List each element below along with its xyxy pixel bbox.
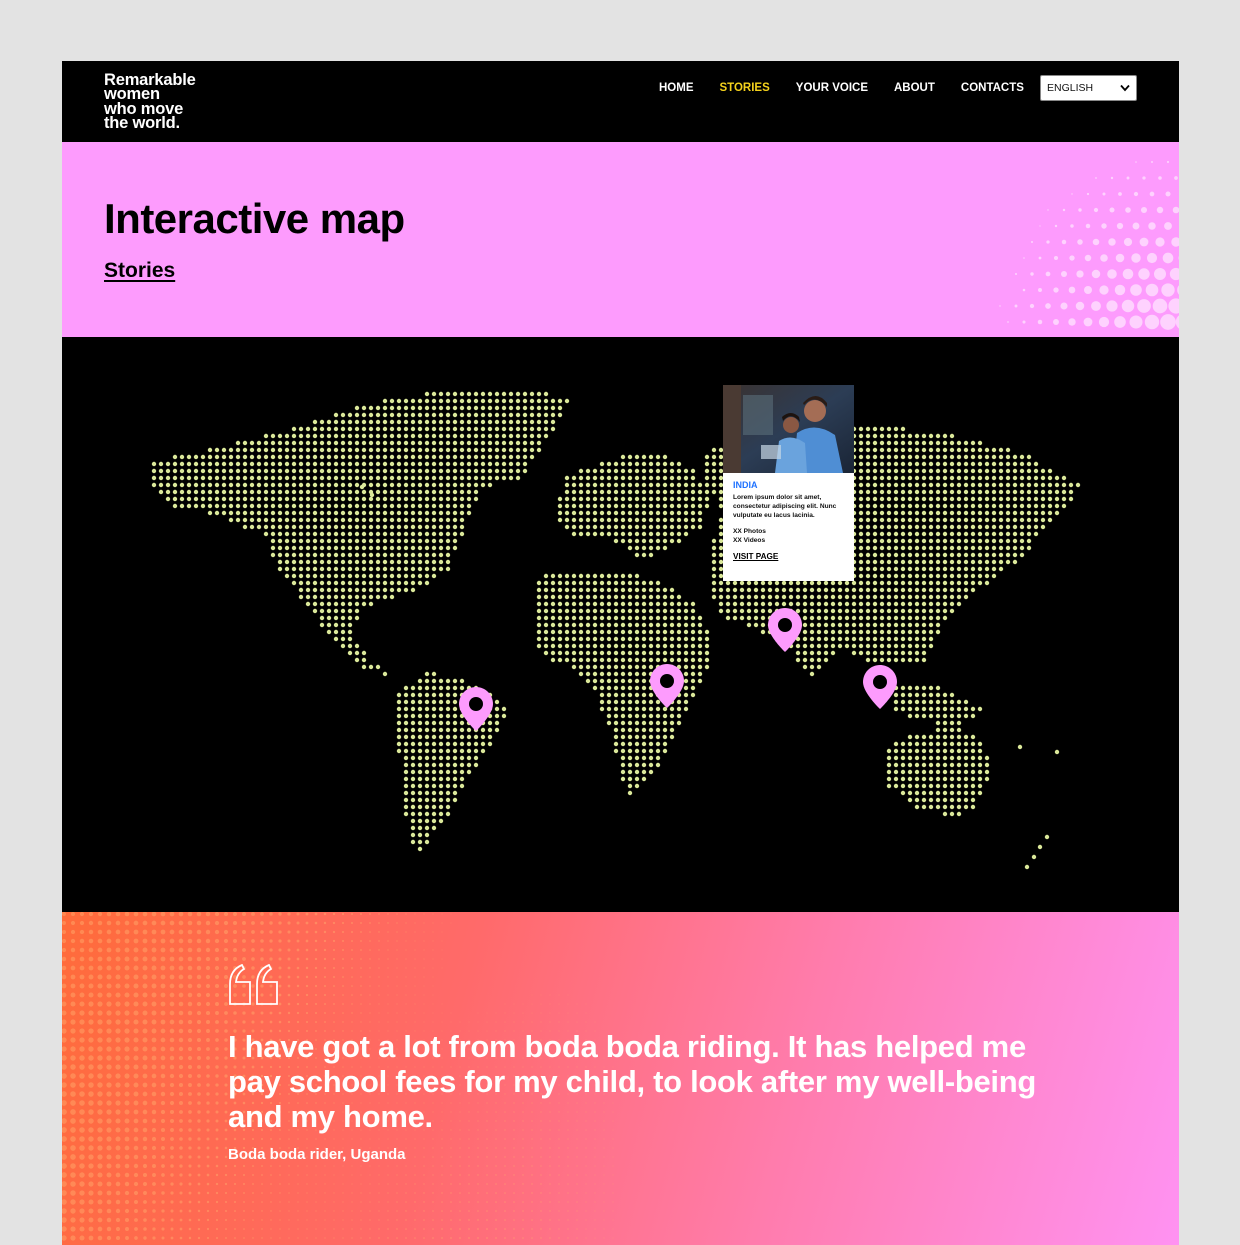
main-nav: HOME STORIES YOUR VOICE ABOUT CONTACTS [659, 82, 1050, 100]
east-africa-pin[interactable] [649, 663, 685, 709]
nav-stories[interactable]: STORIES [720, 82, 770, 100]
interactive-map: INDIA Lorem ipsum dolor sit amet, consec… [62, 337, 1179, 912]
map-pin-icon [863, 665, 897, 709]
page-title: Interactive map [104, 195, 405, 242]
site-logo[interactable]: Remarkable women who move the world. [104, 72, 196, 133]
nav-home[interactable]: HOME [659, 82, 694, 100]
story-country: INDIA [733, 480, 758, 490]
site-header: Remarkable women who move the world. HOM… [62, 61, 1179, 142]
women-lab-photo [723, 385, 854, 473]
logo-line-4: the world. [104, 114, 180, 133]
page: Remarkable women who move the world. HOM… [62, 61, 1179, 1245]
map-pin-icon [459, 687, 493, 731]
visit-page-link[interactable]: VISIT PAGE [733, 552, 778, 561]
nav-about[interactable]: ABOUT [894, 82, 935, 100]
nav-your-voice[interactable]: YOUR VOICE [796, 82, 868, 100]
language-select[interactable]: ENGLISH [1040, 75, 1137, 101]
story-videos-count: XX Videos [733, 537, 766, 545]
story-photo [723, 385, 854, 473]
quote-text: I have got a lot from boda boda riding. … [228, 1029, 1037, 1134]
map-pin-icon [768, 608, 802, 652]
nav-contacts[interactable]: CONTACTS [961, 82, 1024, 100]
quote-mark-icon [229, 964, 278, 1005]
quote-section: I have got a lot from boda boda riding. … [62, 912, 1179, 1245]
chevron-down-icon [1120, 84, 1130, 92]
story-card-body: INDIA Lorem ipsum dolor sit amet, consec… [723, 473, 854, 564]
story-popup-card: INDIA Lorem ipsum dolor sit amet, consec… [723, 385, 854, 581]
india-pin[interactable] [767, 607, 803, 653]
hero-banner: Interactive map Stories [62, 142, 1179, 337]
map-pin-icon [650, 664, 684, 708]
story-excerpt: Lorem ipsum dolor sit amet, consectetur … [733, 494, 837, 520]
story-photos-count: XX Photos [733, 527, 766, 535]
world-dot-map [151, 391, 1081, 870]
southeast-asia-pin[interactable] [862, 664, 898, 710]
stories-link[interactable]: Stories [104, 259, 175, 283]
brazil-pin[interactable] [458, 686, 494, 732]
language-select-value: ENGLISH [1047, 82, 1094, 94]
quote-author: Boda boda rider, Uganda [228, 1146, 406, 1163]
